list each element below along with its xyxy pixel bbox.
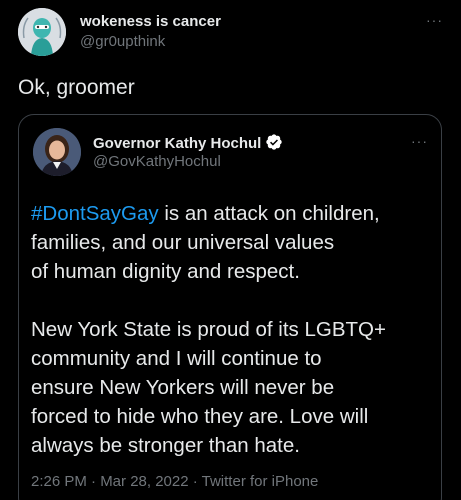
quoted-text-line: forced to hide who they are. Love will <box>31 405 369 428</box>
avatar[interactable] <box>18 8 66 56</box>
quoted-tweet-card[interactable]: Governor Kathy Hochul @GovKathyHochul ··… <box>18 114 442 500</box>
user-handle[interactable]: @gr0upthink <box>80 33 165 50</box>
tweet-view: wokeness is cancer @gr0upthink ··· Ok, g… <box>0 0 461 500</box>
portrait-avatar-icon <box>33 128 81 176</box>
verified-badge-icon <box>266 134 283 150</box>
quoted-text-line: community and I will continue to <box>31 347 322 370</box>
quoted-display-name[interactable]: Governor Kathy Hochul <box>93 133 283 152</box>
quoted-more-options-icon[interactable]: ··· <box>411 133 428 149</box>
tweet-timestamp[interactable]: 2:26 PM · Mar 28, 2022 · Twitter for iPh… <box>31 473 318 490</box>
display-name[interactable]: wokeness is cancer <box>80 13 221 30</box>
quoted-avatar[interactable] <box>33 128 81 176</box>
quoted-text-segment: is an attack on children, <box>158 202 380 225</box>
tweet-header: wokeness is cancer @gr0upthink ··· <box>18 8 443 56</box>
quoted-text-line: #DontSayGay is an attack on children, <box>31 199 435 228</box>
more-options-icon[interactable]: ··· <box>426 12 443 28</box>
quoted-text-line: ensure New Yorkers will never be <box>31 376 335 399</box>
quoted-text-line: of human dignity and respect. <box>31 260 300 283</box>
quoted-text-line: families, and our universal values <box>31 231 335 254</box>
quoted-tweet-text: #DontSayGay is an attack on children, fa… <box>31 199 435 460</box>
quoted-display-name-text[interactable]: Governor Kathy Hochul <box>93 135 261 152</box>
quoted-text-line: always be stronger than hate. <box>31 434 300 457</box>
illustrated-avatar-icon <box>18 8 66 56</box>
tweet-text: Ok, groomer <box>18 76 135 99</box>
hashtag-link[interactable]: #DontSayGay <box>31 202 159 225</box>
quoted-user-handle[interactable]: @GovKathyHochul <box>93 153 221 170</box>
quoted-text-line: New York State is proud of its LGBTQ+ <box>31 318 386 341</box>
